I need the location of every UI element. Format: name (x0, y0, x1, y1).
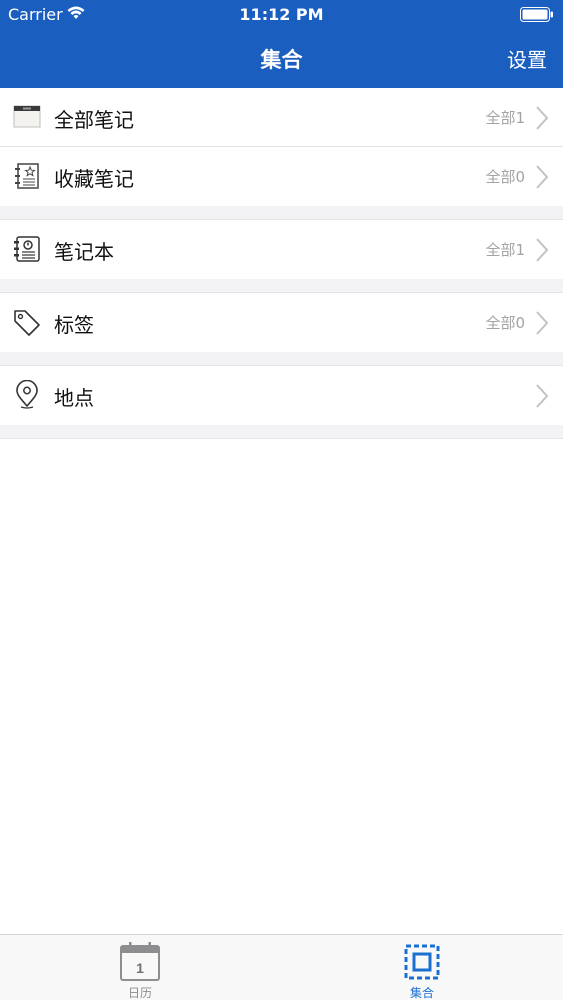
list-item-locations[interactable]: 地点 (0, 366, 563, 425)
chevron-right-icon (536, 165, 549, 189)
section-separator (0, 425, 563, 439)
row-label: 收藏笔记 (54, 167, 134, 191)
settings-button[interactable]: 设置 (507, 44, 547, 73)
collection-list: 全部笔记 全部1 收藏笔记 全部0 笔记本 全部1 标签 全部0 地点 (0, 88, 563, 439)
tab-label: 日历 (127, 986, 152, 1000)
section-notes: 全部笔记 全部1 收藏笔记 全部0 (0, 88, 563, 206)
status-time: 11:12 PM (239, 5, 324, 24)
chevron-right-icon (536, 106, 549, 130)
section-locations: 地点 (0, 366, 563, 425)
section-notebooks: 笔记本 全部1 (0, 220, 563, 279)
section-separator (0, 206, 563, 220)
row-count: 全部0 (485, 314, 525, 332)
tag-icon (14, 310, 40, 336)
tab-collection[interactable]: 集合 (352, 935, 492, 1000)
row-label: 笔记本 (54, 240, 114, 264)
page-title: 集合 (260, 48, 303, 72)
chevron-right-icon (536, 384, 549, 408)
row-label: 全部笔记 (54, 108, 134, 132)
list-item-notebook[interactable]: 笔记本 全部1 (0, 220, 563, 279)
favorite-notes-icon (15, 163, 39, 189)
collection-icon (404, 944, 440, 980)
notebook-icon (14, 236, 40, 262)
battery-icon (520, 7, 553, 22)
list-item-all-notes[interactable]: 全部笔记 全部1 (0, 88, 563, 147)
status-bar: Carrier 11:12 PM (0, 0, 563, 30)
row-count: 全部1 (485, 241, 525, 259)
chevron-right-icon (536, 311, 549, 335)
row-count: 全部1 (485, 109, 525, 127)
calendar-day-number: 1 (136, 960, 144, 976)
top-bar: Carrier 11:12 PM 集合 设置 (0, 0, 563, 88)
list-item-favorite-notes[interactable]: 收藏笔记 全部0 (0, 147, 563, 206)
location-pin-icon (16, 380, 38, 409)
list-item-tags[interactable]: 标签 全部0 (0, 293, 563, 352)
row-count: 全部0 (485, 168, 525, 186)
tab-calendar[interactable]: 1 日历 (70, 935, 210, 1000)
all-notes-icon (13, 105, 41, 128)
tab-label: 集合 (409, 986, 434, 1000)
section-tags: 标签 全部0 (0, 293, 563, 352)
tab-bar: 1 日历 集合 (0, 934, 563, 1000)
calendar-icon: 1 (120, 942, 160, 981)
section-separator (0, 352, 563, 366)
row-label: 标签 (54, 313, 94, 337)
chevron-right-icon (536, 238, 549, 262)
row-label: 地点 (54, 386, 94, 410)
section-separator (0, 279, 563, 293)
